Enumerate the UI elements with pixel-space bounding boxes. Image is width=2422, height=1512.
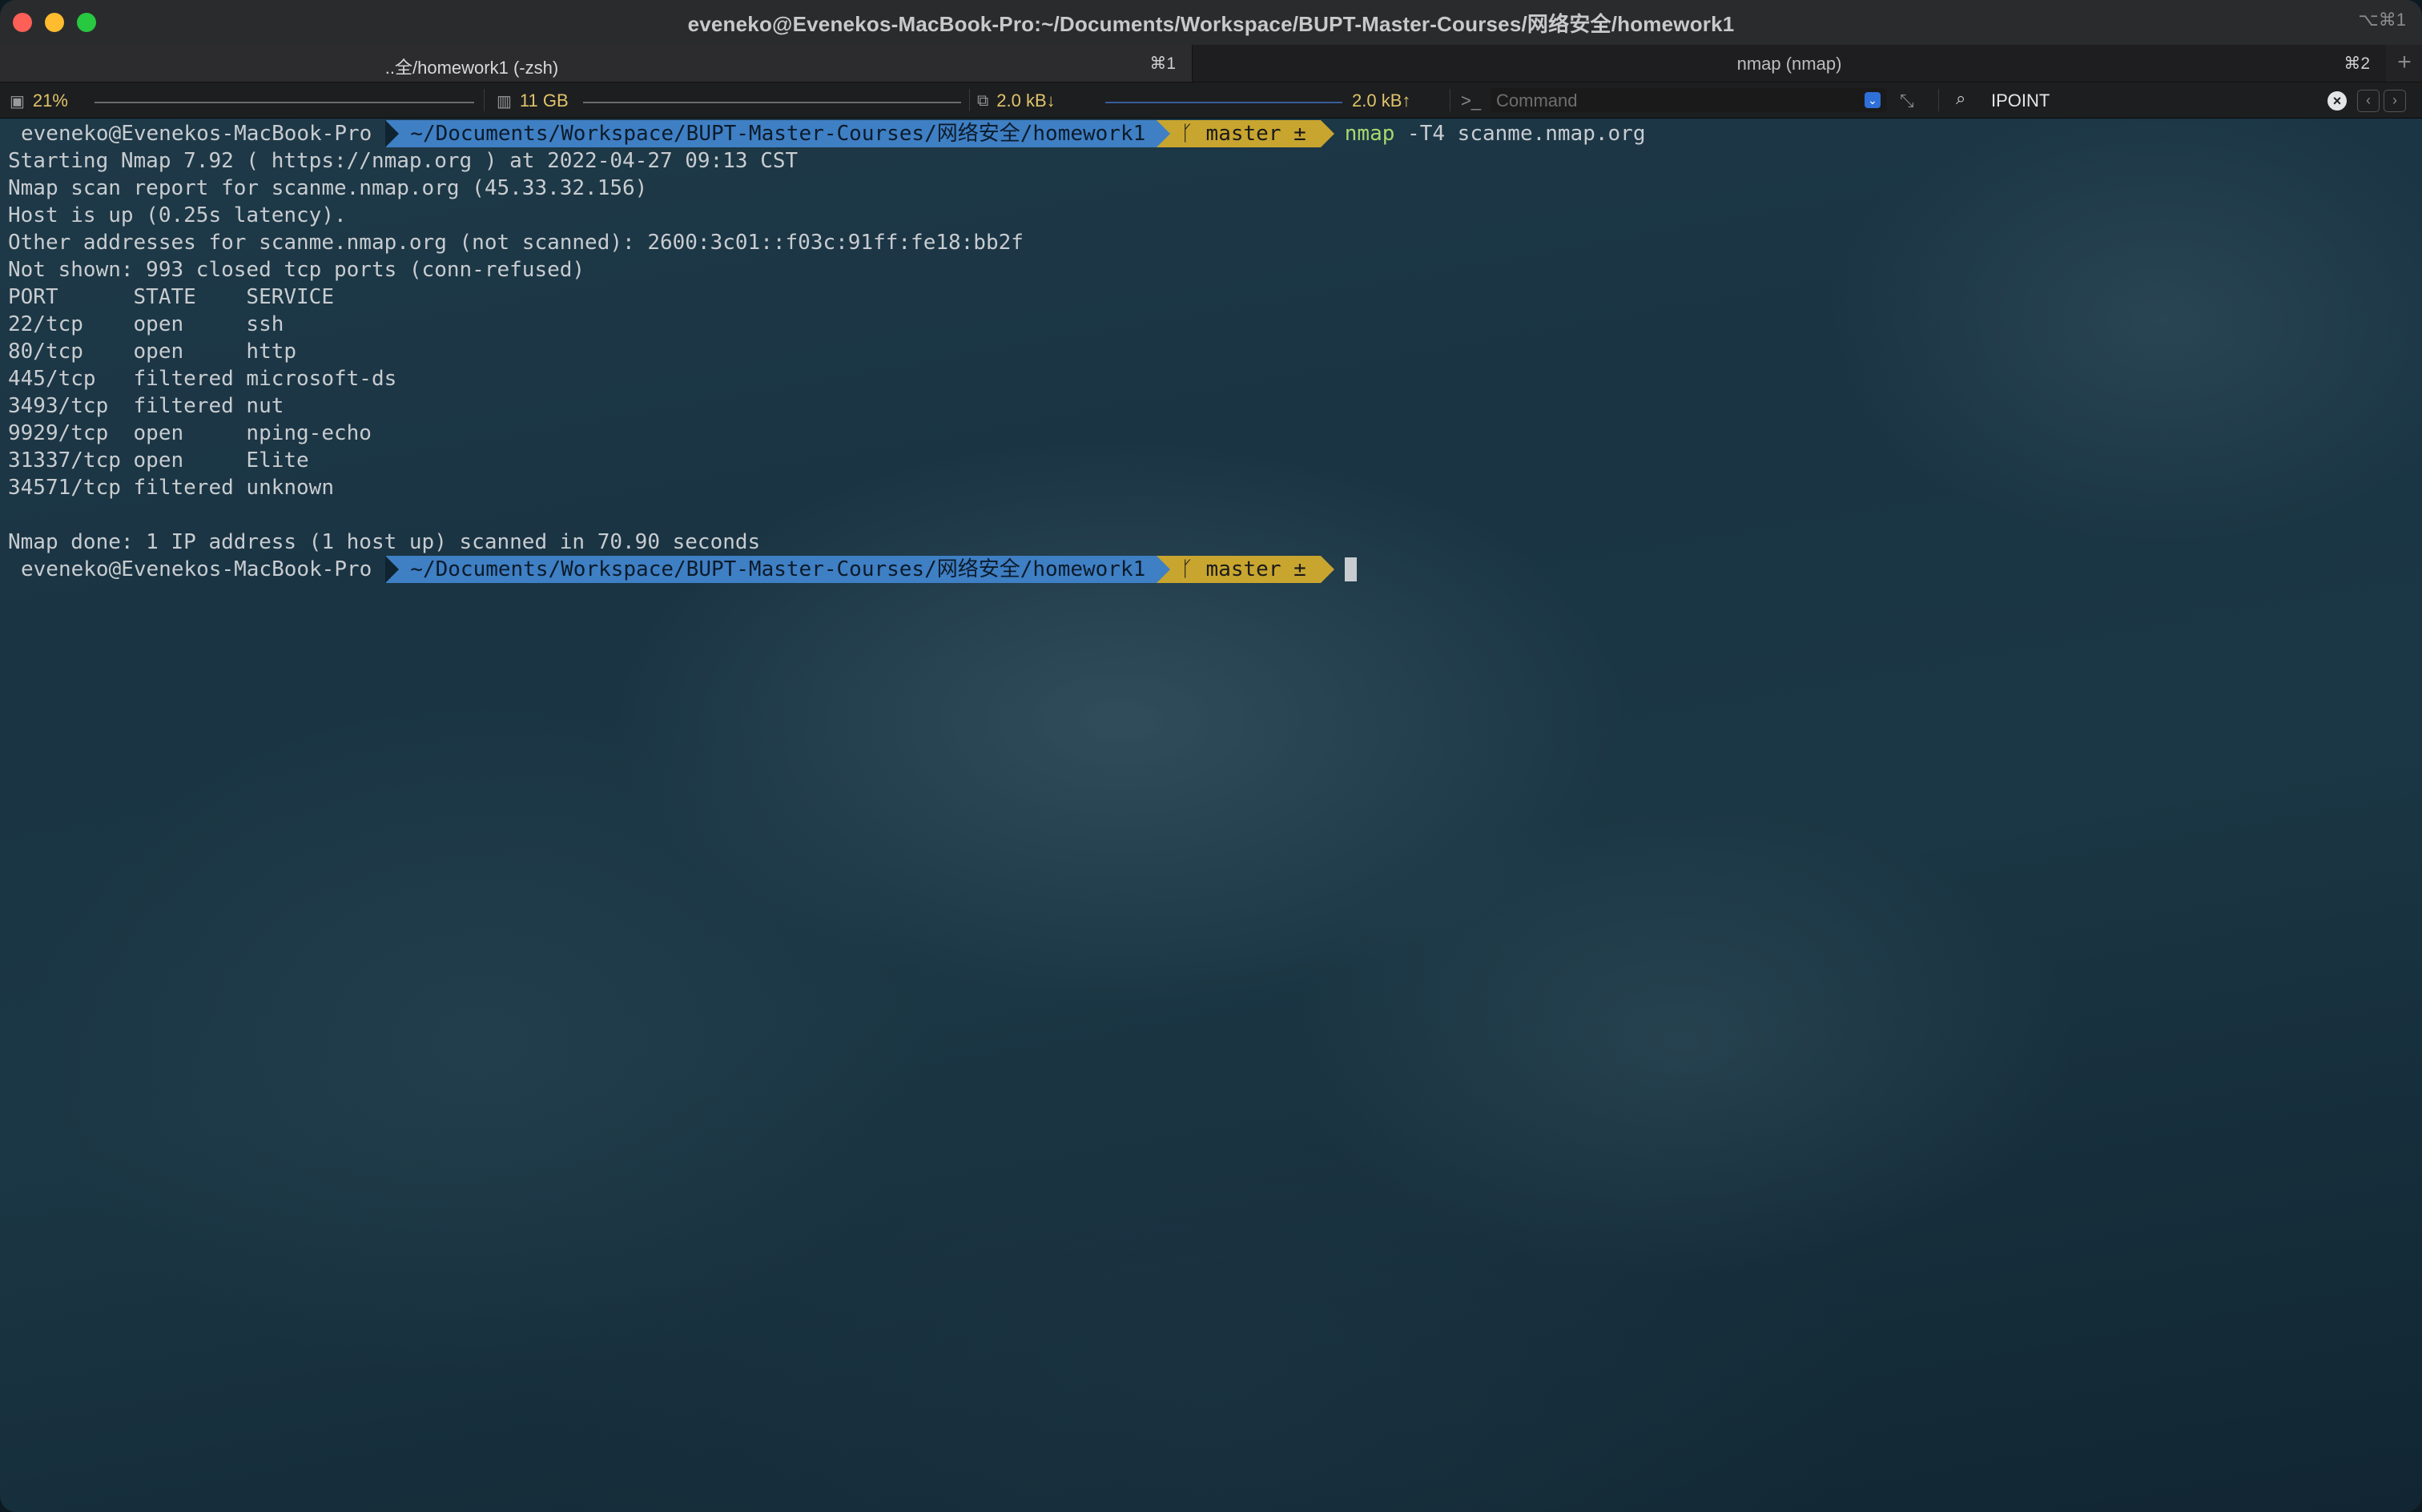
window-title: eveneko@Evenekos-MacBook-Pro:~/Documents… (687, 12, 1735, 36)
output-line: Host is up (0.25s latency). (8, 203, 347, 227)
tab-label: nmap (nmap) (1736, 54, 1842, 74)
prompt-line: eveneko@Evenekos-MacBook-Pro ~/Documents… (8, 556, 2411, 583)
cpu-icon: ▣ (10, 92, 25, 111)
clear-search-icon[interactable]: × (2327, 91, 2347, 111)
output-line: Not shown: 993 closed tcp ports (conn-re… (8, 258, 585, 282)
output-line: PORT STATE SERVICE (8, 285, 334, 309)
prompt-git-branch: ᚴ master ± (1157, 120, 1334, 147)
git-branch-icon: ᚴ (1181, 557, 1206, 581)
output-line: Starting Nmap 7.92 ( https://nmap.org ) … (8, 149, 799, 173)
search-icon: ⌕ (1956, 88, 1966, 108)
status-bar: ▣ 21% ▥ 11 GB ⧉ 2.0 kB↓ 2.0 kB↑ >_ Comma… (0, 82, 2422, 119)
prompt-line: eveneko@Evenekos-MacBook-Pro ~/Documents… (8, 120, 2411, 147)
terminal-prompt-icon: >_ (1461, 90, 1481, 111)
memory-value: 11 GB (519, 90, 569, 111)
terminal-output[interactable]: eveneko@Evenekos-MacBook-Pro ~/Documents… (8, 120, 2411, 583)
prompt-user: eveneko@Evenekos-MacBook-Pro (21, 557, 372, 581)
output-line: Nmap done: 1 IP address (1 host up) scan… (8, 530, 761, 554)
chevron-down-icon[interactable]: ⌄ (1865, 92, 1881, 108)
text-cursor (1344, 557, 1357, 581)
divider (969, 89, 970, 111)
terminal-window: eveneko@Evenekos-MacBook-Pro:~/Documents… (0, 0, 2422, 1512)
memory-icon: ▥ (497, 92, 512, 111)
prompt-directory: ~/Documents/Workspace/BUPT-Master-Course… (385, 556, 1171, 583)
output-line: Other addresses for scanme.nmap.org (not… (8, 231, 1024, 255)
output-line: 80/tcp open http (8, 340, 297, 364)
git-branch-label: master ± (1205, 122, 1306, 146)
tab-nmap[interactable]: nmap (nmap) ⌘2 (1193, 45, 2386, 82)
output-line: 31337/tcp open Elite (8, 448, 309, 472)
title-bar[interactable]: eveneko@Evenekos-MacBook-Pro:~/Documents… (0, 0, 2422, 46)
search-value: IPOINT (1991, 90, 2050, 111)
cpu-value: 21% (32, 90, 68, 111)
prompt-directory: ~/Documents/Workspace/BUPT-Master-Course… (385, 120, 1171, 147)
tab-shortcut: ⌘2 (2344, 54, 2370, 73)
prompt-user: eveneko@Evenekos-MacBook-Pro (21, 122, 372, 146)
net-up-status: 2.0 kB↑ (1352, 90, 1410, 111)
git-branch-icon: ᚴ (1181, 122, 1206, 146)
prompt-git-branch: ᚴ master ± (1157, 556, 1334, 583)
tab-shortcut: ⌘1 (1149, 54, 1176, 73)
command-args: -T4 scanme.nmap.org (1394, 122, 1646, 146)
network-icon: ⧉ (977, 91, 989, 110)
output-line: 34571/tcp filtered unknown (8, 476, 334, 500)
git-branch-label: master ± (1205, 557, 1306, 581)
search-previous-button[interactable]: ‹ (2357, 90, 2380, 112)
net-down-value: 2.0 kB↓ (996, 90, 1056, 111)
output-line: 445/tcp filtered microsoft-ds (8, 367, 397, 391)
memory-status: ▥ 11 GB (497, 90, 569, 111)
divider (1938, 89, 1939, 111)
cpu-graph (95, 102, 474, 103)
expand-icon[interactable]: ⤡ (1900, 90, 1914, 111)
output-line: 22/tcp open ssh (8, 312, 284, 336)
tab-zsh[interactable]: ..全/homework1 (-zsh) ⌘1 (0, 45, 1193, 82)
prompt-icon: >_ (1461, 90, 1482, 111)
command-binary: nmap (1344, 122, 1395, 146)
output-line: 3493/tcp filtered nut (8, 394, 284, 418)
tab-label: ..全/homework1 (-zsh) (384, 58, 559, 78)
output-line: 9929/tcp open nping-echo (8, 421, 372, 445)
divider (484, 89, 485, 111)
output-line: Nmap scan report for scanme.nmap.org (45… (8, 176, 648, 200)
cpu-status: ▣ 21% (10, 90, 68, 111)
network-graph (1105, 102, 1342, 103)
new-tab-button[interactable]: + (2387, 45, 2422, 82)
net-up-value: 2.0 kB↑ (1352, 90, 1411, 111)
network-status: ⧉ 2.0 kB↓ (977, 90, 1056, 111)
command-input[interactable]: Command ⌄ (1491, 88, 1887, 112)
search-next-button[interactable]: › (2384, 90, 2406, 112)
window-shortcut: ⌥⌘1 (2358, 10, 2406, 30)
memory-graph (583, 102, 961, 103)
search-input[interactable]: ⌕ IPOINT × (1949, 88, 2347, 112)
command-placeholder: Command (1496, 90, 1578, 111)
entered-command: nmap -T4 scanme.nmap.org (1345, 120, 1646, 147)
tab-bar: ..全/homework1 (-zsh) ⌘1 nmap (nmap) ⌘2 + (0, 45, 2422, 82)
